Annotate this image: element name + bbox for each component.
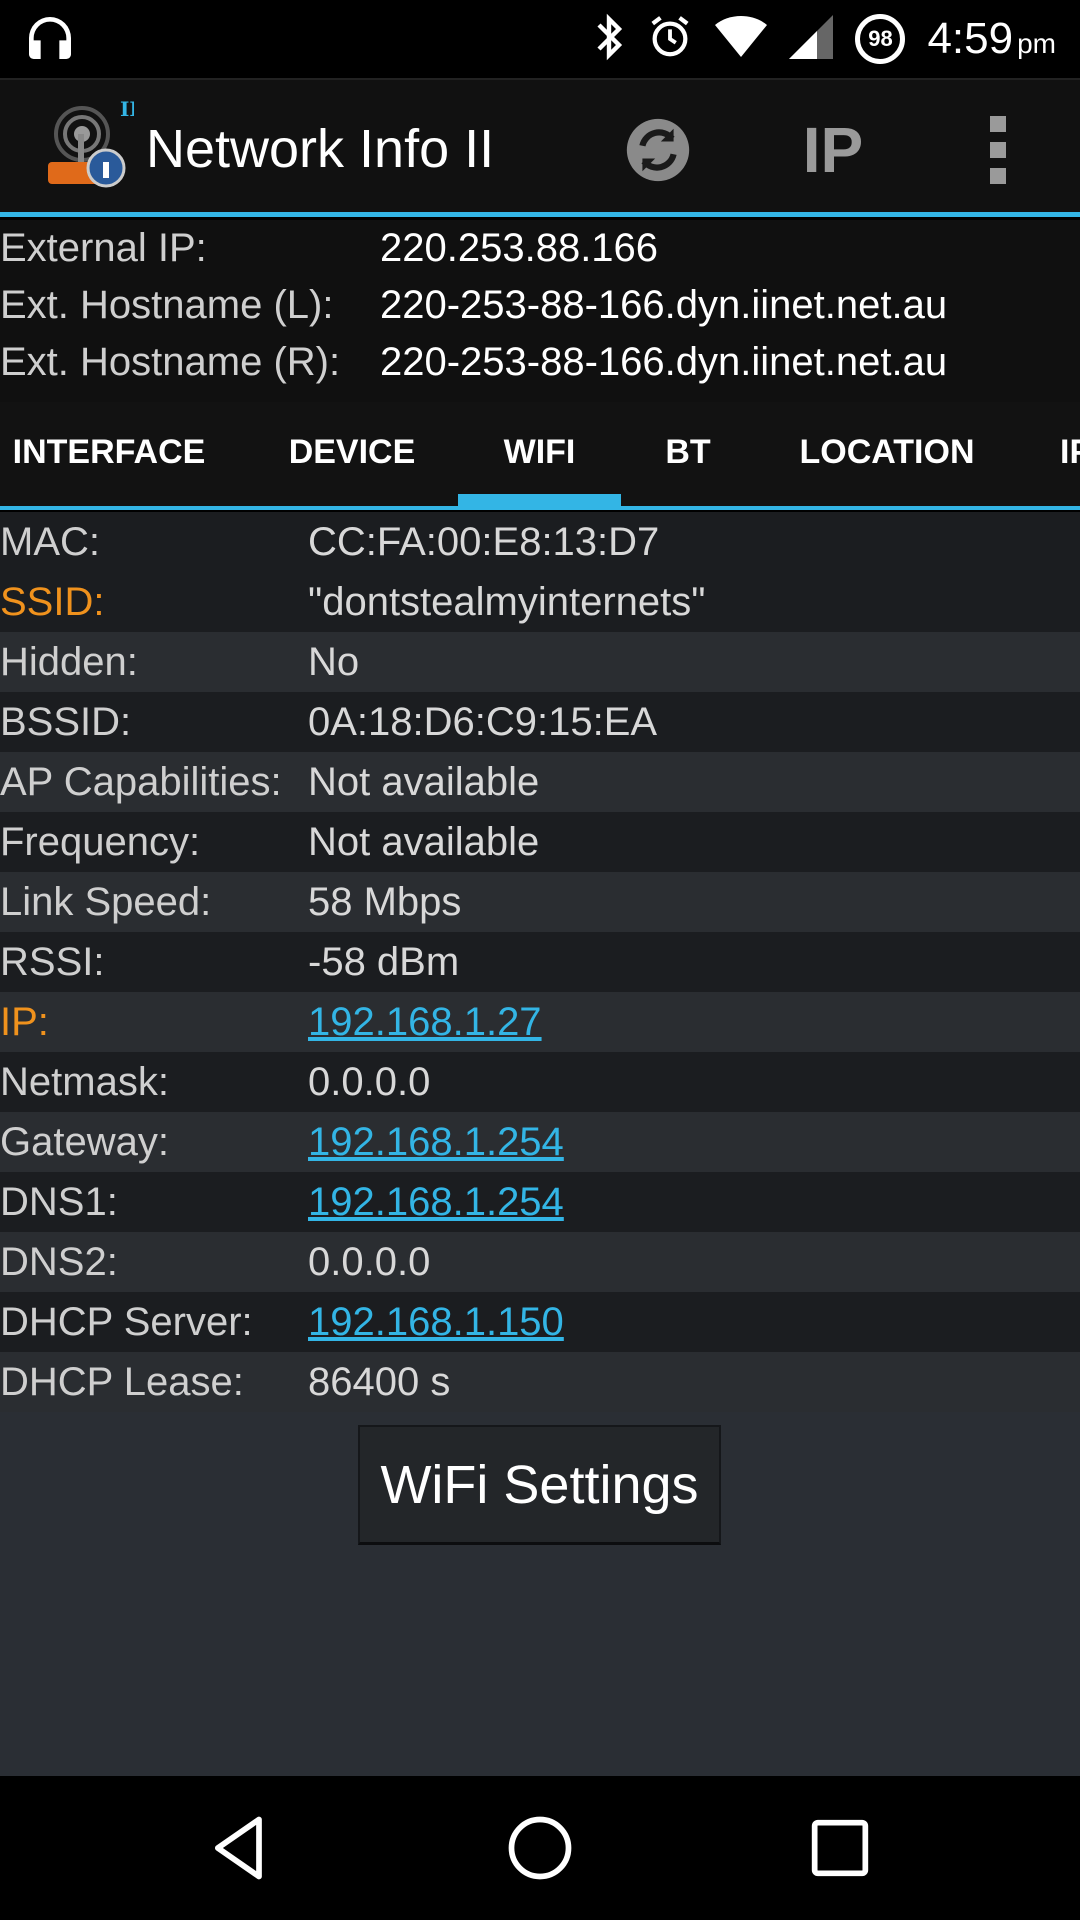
link-speed-label: Link Speed: bbox=[0, 880, 212, 924]
battery-icon: 98 bbox=[855, 14, 906, 64]
refresh-icon bbox=[626, 118, 690, 182]
dns2-label: DNS2: bbox=[0, 1240, 118, 1284]
tab-divider bbox=[0, 506, 1080, 510]
table-row: DHCP Server: 192.168.1.150 bbox=[0, 1292, 1080, 1352]
ip-label: IP: bbox=[0, 1000, 49, 1044]
table-row: AP Capabilities: Not available bbox=[0, 752, 1080, 812]
tab-location[interactable]: LOCATION bbox=[776, 402, 998, 504]
ext-hostname-l-row: Ext. Hostname (L): 220-253-88-166.dyn.ii… bbox=[0, 277, 1080, 334]
hidden-label: Hidden: bbox=[0, 640, 138, 684]
external-info: External IP: 220.253.88.166 Ext. Hostnam… bbox=[0, 220, 1080, 402]
dns1-link[interactable]: 192.168.1.254 bbox=[308, 1172, 564, 1232]
tab-interface[interactable]: INTERFACE bbox=[0, 402, 218, 504]
dns2-value: 0.0.0.0 bbox=[308, 1240, 431, 1284]
bssid-value: 0A:18:D6:C9:15:EA bbox=[308, 700, 658, 744]
ap-capabilities-label: AP Capabilities: bbox=[0, 760, 282, 804]
external-ip-label: External IP: bbox=[0, 226, 207, 270]
gateway-link[interactable]: 192.168.1.254 bbox=[308, 1112, 564, 1172]
app-logo-icon: II bbox=[42, 97, 139, 196]
dhcp-lease-label: DHCP Lease: bbox=[0, 1360, 244, 1404]
status-bar: 98 4:59 pm bbox=[0, 0, 1080, 78]
table-row: RSSI: -58 dBm bbox=[0, 932, 1080, 992]
frequency-label: Frequency: bbox=[0, 820, 201, 864]
dhcp-server-label: DHCP Server: bbox=[0, 1300, 253, 1344]
wifi-settings-button[interactable]: WiFi Settings bbox=[358, 1425, 721, 1545]
ext-hostname-r-row: Ext. Hostname (R): 220-253-88-166.dyn.ii… bbox=[0, 334, 1080, 391]
tab-indicator bbox=[458, 494, 621, 506]
table-row: Gateway: 192.168.1.254 bbox=[0, 1112, 1080, 1172]
rssi-value: -58 dBm bbox=[308, 940, 460, 984]
ip-link[interactable]: 192.168.1.27 bbox=[308, 992, 542, 1052]
action-bar-divider bbox=[0, 212, 1080, 217]
tab-wifi[interactable]: WIFI bbox=[458, 402, 621, 504]
external-ip-row: External IP: 220.253.88.166 bbox=[0, 220, 1080, 277]
dns1-label: DNS1: bbox=[0, 1180, 118, 1224]
navigation-bar bbox=[0, 1776, 1080, 1920]
bssid-label: BSSID: bbox=[0, 700, 132, 744]
overflow-menu-icon[interactable] bbox=[978, 116, 1018, 184]
back-icon[interactable] bbox=[202, 1810, 278, 1886]
table-row: DNS2: 0.0.0.0 bbox=[0, 1232, 1080, 1292]
ext-hostname-r-label: Ext. Hostname (R): bbox=[0, 340, 341, 384]
hidden-value: No bbox=[308, 640, 360, 684]
rssi-label: RSSI: bbox=[0, 940, 105, 984]
headphones-icon bbox=[22, 10, 78, 71]
ssid-value: "dontstealmyinternets" bbox=[308, 580, 706, 624]
ssid-label: SSID: bbox=[0, 580, 105, 624]
table-row: IP: 192.168.1.27 bbox=[0, 992, 1080, 1052]
recents-icon[interactable] bbox=[802, 1810, 878, 1886]
ext-hostname-l-label: Ext. Hostname (L): bbox=[0, 283, 334, 327]
table-row: Netmask: 0.0.0.0 bbox=[0, 1052, 1080, 1112]
dhcp-lease-value: 86400 s bbox=[308, 1360, 451, 1404]
bluetooth-icon bbox=[593, 13, 625, 66]
signal-icon bbox=[789, 14, 834, 64]
gateway-label: Gateway: bbox=[0, 1120, 169, 1164]
frequency-value: Not available bbox=[308, 820, 540, 864]
table-row: MAC: CC:FA:00:E8:13:D7 bbox=[0, 512, 1080, 572]
table-row: DHCP Lease: 86400 s bbox=[0, 1352, 1080, 1412]
dhcp-server-link[interactable]: 192.168.1.150 bbox=[308, 1292, 564, 1352]
tab-ip[interactable]: IP bbox=[1060, 402, 1080, 504]
table-row: SSID: "dontstealmyinternets" bbox=[0, 572, 1080, 632]
table-row: DNS1: 192.168.1.254 bbox=[0, 1172, 1080, 1232]
app-title: Network Info II bbox=[146, 119, 495, 179]
ext-hostname-r-value: 220-253-88-166.dyn.iinet.net.au bbox=[380, 340, 948, 384]
ext-hostname-l-value: 220-253-88-166.dyn.iinet.net.au bbox=[380, 283, 948, 327]
netmask-label: Netmask: bbox=[0, 1060, 169, 1104]
table-row: Link Speed: 58 Mbps bbox=[0, 872, 1080, 932]
clock-time: 4:59 bbox=[927, 14, 1014, 63]
clock-ampm: pm bbox=[1017, 28, 1056, 59]
tab-device[interactable]: DEVICE bbox=[272, 402, 432, 504]
netmask-value: 0.0.0.0 bbox=[308, 1060, 431, 1104]
refresh-button[interactable] bbox=[622, 116, 694, 184]
table-row: Hidden: No bbox=[0, 632, 1080, 692]
ip-button[interactable]: IP bbox=[798, 114, 868, 186]
action-bar: II Network Info II IP bbox=[0, 78, 1080, 216]
mac-label: MAC: bbox=[0, 520, 100, 564]
home-icon[interactable] bbox=[502, 1810, 578, 1886]
wifi-icon bbox=[715, 15, 768, 64]
tab-bt[interactable]: BT bbox=[648, 402, 728, 504]
wifi-info-panel: MAC: CC:FA:00:E8:13:D7 SSID: "dontstealm… bbox=[0, 512, 1080, 1776]
status-clock: 4:59 pm bbox=[927, 14, 1056, 64]
svg-text:II: II bbox=[120, 100, 134, 121]
table-row: Frequency: Not available bbox=[0, 812, 1080, 872]
external-ip-value: 220.253.88.166 bbox=[380, 226, 659, 270]
alarm-icon bbox=[647, 14, 693, 65]
link-speed-value: 58 Mbps bbox=[308, 880, 462, 924]
table-row: BSSID: 0A:18:D6:C9:15:EA bbox=[0, 692, 1080, 752]
ap-capabilities-value: Not available bbox=[308, 760, 540, 804]
mac-value: CC:FA:00:E8:13:D7 bbox=[308, 520, 660, 564]
